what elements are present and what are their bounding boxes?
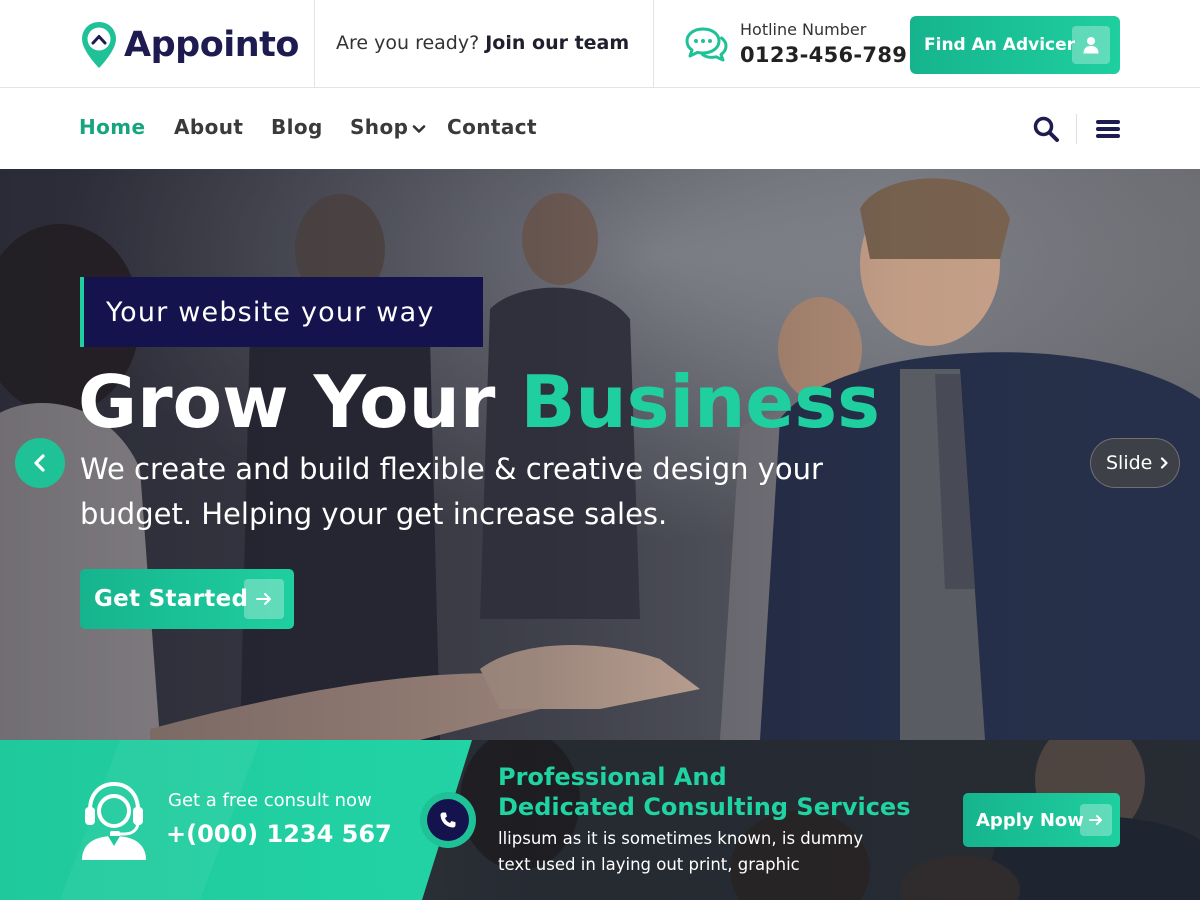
brand-logo[interactable]: Appointo — [80, 20, 299, 70]
nav-item-contact[interactable]: Contact — [447, 115, 537, 139]
consult-phone[interactable]: +(000) 1234 567 — [166, 820, 392, 848]
hero-title-main: Grow Your — [78, 360, 496, 444]
hero-title-accent: Business — [520, 360, 880, 444]
hero-slider: Your website your way Grow Your Business… — [0, 169, 1200, 740]
call-button-inner — [427, 799, 469, 841]
arrow-right-icon — [1080, 804, 1112, 836]
hero-tag-text: Your website your way — [106, 296, 435, 328]
support-agent-icon — [82, 781, 146, 860]
header-divider — [653, 0, 654, 88]
search-icon[interactable] — [1032, 115, 1060, 143]
call-button[interactable] — [420, 792, 476, 848]
get-started-button[interactable]: Get Started — [80, 569, 294, 629]
band-title: Professional And Dedicated Consulting Se… — [498, 762, 910, 822]
chevron-left-icon — [34, 454, 45, 472]
nav-item-about[interactable]: About — [174, 115, 243, 139]
hero-title: Grow Your Business — [78, 357, 880, 447]
phone-icon — [440, 812, 456, 828]
hamburger-menu-icon[interactable] — [1096, 118, 1120, 140]
find-advicer-label: Find An Advicer — [924, 35, 1076, 55]
header-divider — [314, 0, 315, 88]
hero-description: We create and build flexible & creative … — [80, 452, 823, 531]
apply-now-button[interactable]: Apply Now — [963, 793, 1120, 847]
consult-label: Get a free consult now — [168, 790, 372, 811]
slider-prev-button[interactable] — [15, 438, 65, 488]
join-team-link[interactable]: Join our team — [485, 32, 629, 54]
band-title-line2: Dedicated Consulting Services — [498, 793, 911, 821]
find-advicer-button[interactable]: Find An Advicer — [910, 16, 1120, 74]
brand-name: Appointo — [124, 25, 299, 65]
chevron-right-icon — [1161, 457, 1168, 469]
chat-bubbles-icon — [685, 27, 728, 62]
consult-band: Get a free consult now +(000) 1234 567 P… — [0, 740, 1200, 900]
header-tagline: Are you ready? Join our team — [336, 32, 629, 54]
nav-divider — [1076, 114, 1077, 144]
band-description: llipsum as it is sometimes known, is dum… — [498, 829, 864, 874]
apply-now-label: Apply Now — [976, 809, 1084, 831]
slider-next-button[interactable]: Slide — [1090, 438, 1180, 488]
user-icon — [1072, 26, 1110, 64]
hotline-number[interactable]: 0123-456-789 — [740, 40, 907, 70]
hero-tag: Your website your way — [80, 277, 483, 347]
top-header: Appointo Are you ready? Join our team Ho… — [0, 0, 1200, 88]
chevron-down-icon — [413, 124, 426, 133]
nav-item-shop[interactable]: Shop — [350, 115, 426, 139]
slider-next-label: Slide — [1106, 452, 1153, 474]
tagline-prefix: Are you ready? — [336, 32, 480, 54]
main-nav: Home About Blog Shop Contact — [0, 89, 1200, 169]
arrow-right-icon — [244, 579, 284, 619]
nav-item-shop-label: Shop — [350, 115, 409, 139]
hotline-label: Hotline Number — [740, 20, 867, 39]
get-started-label: Get Started — [94, 586, 249, 612]
hotline-block: Hotline Number 0123-456-789 — [683, 20, 907, 70]
band-title-line1: Professional And — [498, 763, 727, 791]
nav-item-blog[interactable]: Blog — [271, 115, 323, 139]
nav-item-home[interactable]: Home — [79, 115, 145, 139]
map-pin-logo-icon — [82, 22, 116, 68]
